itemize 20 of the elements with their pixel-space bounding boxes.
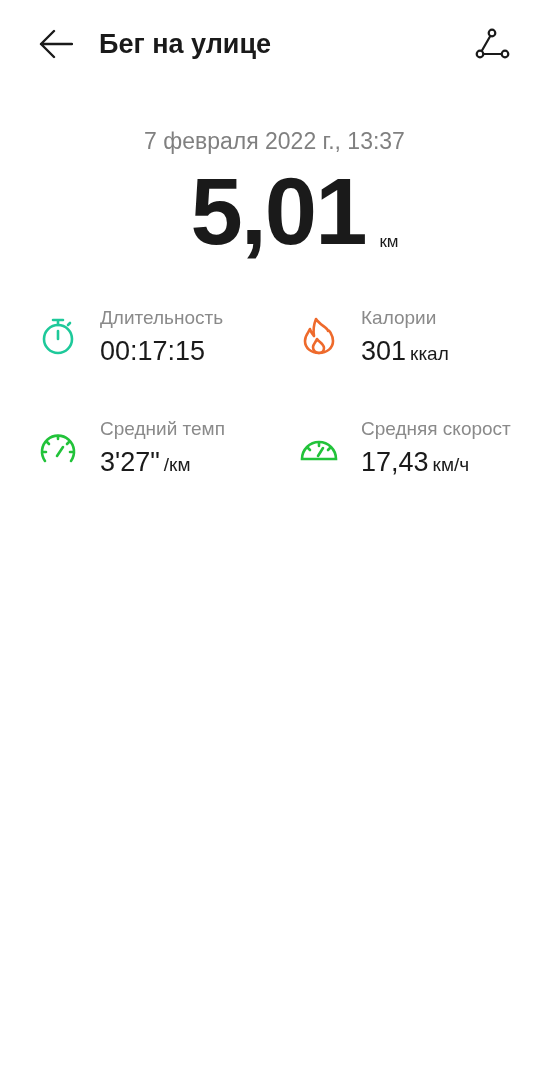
stat-unit: км/ч	[432, 453, 470, 477]
flame-icon	[303, 317, 335, 356]
stat-value: 301	[361, 334, 407, 367]
gauge-icon	[39, 431, 77, 464]
stat-value: 17,43	[361, 446, 429, 478]
page-title: Бег на улице	[99, 27, 272, 61]
stat-label: Калории	[361, 305, 438, 330]
stopwatch-icon	[41, 317, 75, 356]
distance-unit: км	[379, 231, 399, 253]
stat-label: Средняя скорост	[361, 417, 511, 441]
stat-label: Средний темп	[100, 417, 225, 441]
stat-label: Длительность	[100, 306, 224, 331]
stat-unit: /км	[163, 453, 191, 477]
workout-date: 7 февраля 2022 г., 13:37	[143, 127, 406, 156]
back-arrow-icon	[39, 29, 73, 59]
stat-value: 3'27"	[100, 446, 160, 478]
stat-unit: ккал	[410, 341, 449, 366]
stat-value: 00:17:15	[100, 335, 206, 368]
route-icon	[475, 28, 511, 60]
distance-value: 5,01	[190, 164, 366, 259]
